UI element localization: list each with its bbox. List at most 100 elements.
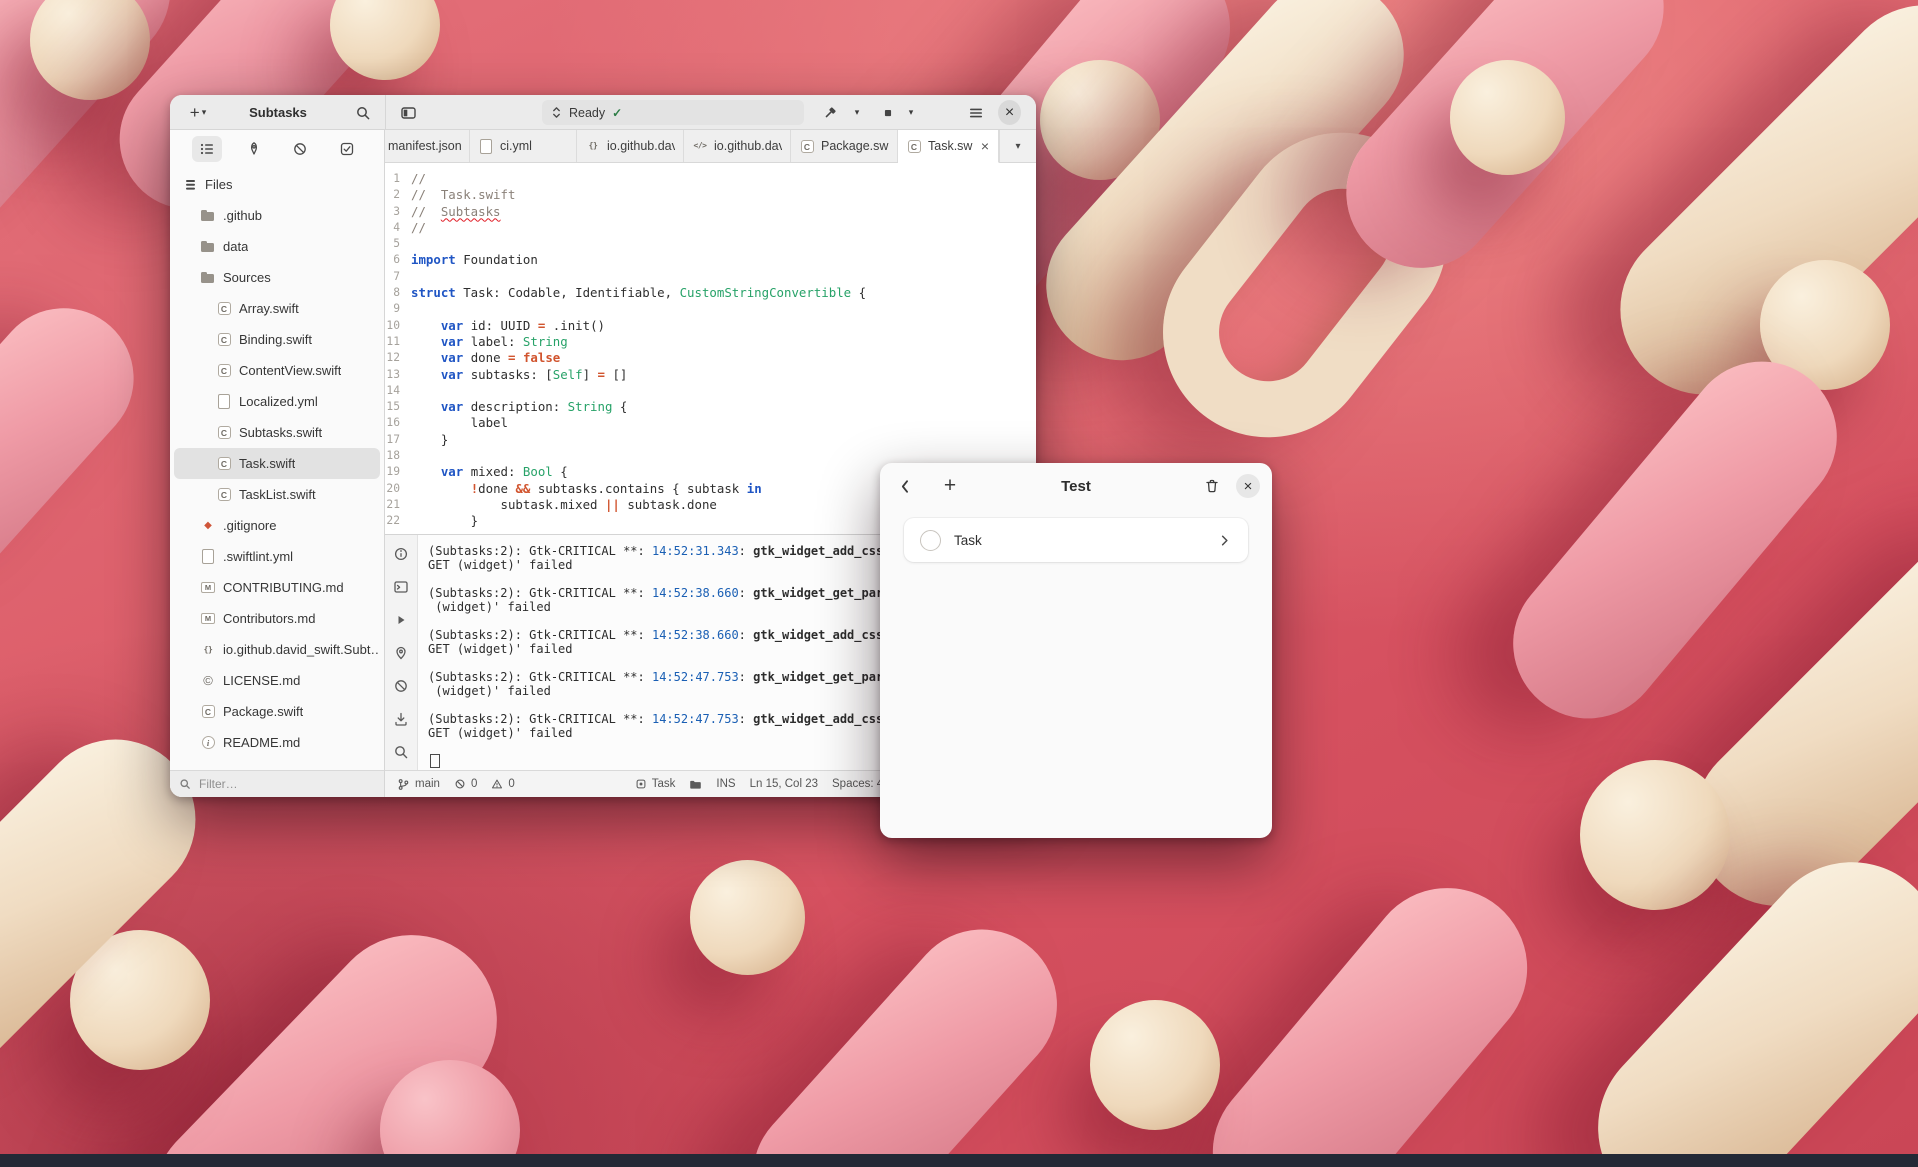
file-tree-item[interactable]: Localized.yml	[174, 386, 380, 417]
line-number: 21	[385, 497, 411, 513]
file-tree-item[interactable]: C Binding.swift	[174, 324, 380, 355]
error-count[interactable]: 0	[454, 778, 477, 790]
run-target[interactable]: Task	[635, 778, 676, 790]
file-tree: Files .github data Sources C Array.swift	[170, 167, 384, 770]
code-line: 8 struct Task: Codable, Identifiable, Cu…	[385, 285, 1036, 301]
status-info-button[interactable]	[389, 542, 413, 566]
file-tree-item[interactable]: .swiftlint.yml	[174, 541, 380, 572]
list-tree-icon	[199, 141, 215, 157]
line-number: 5	[385, 236, 411, 252]
code-text: }	[411, 513, 478, 529]
wallpaper-pill	[1580, 760, 1730, 910]
editor-tab[interactable]: manifest.json	[385, 130, 470, 162]
line-number: 4	[385, 220, 411, 236]
file-icon: C	[216, 363, 232, 379]
file-icon	[200, 270, 216, 286]
file-icon: i	[200, 735, 216, 751]
filter-bar[interactable]	[170, 770, 384, 797]
file-tree-item[interactable]: data	[174, 231, 380, 262]
back-button[interactable]	[892, 473, 918, 499]
window-close-button[interactable]: ×	[998, 100, 1021, 125]
terminal-button[interactable]	[389, 575, 413, 599]
close-icon: ×	[1005, 104, 1014, 122]
file-tree-item[interactable]: ◆ .gitignore	[174, 510, 380, 541]
cursor-position[interactable]: Ln 15, Col 23	[750, 778, 818, 790]
indentation-setting[interactable]: Spaces: 4	[832, 778, 883, 790]
run-options-caret[interactable]: ▾	[902, 100, 920, 125]
file-tree-item[interactable]: M CONTRIBUTING.md	[174, 572, 380, 603]
insert-mode-indicator[interactable]: INS	[716, 778, 735, 790]
download-icon	[393, 711, 409, 727]
delete-button[interactable]	[1198, 472, 1226, 500]
file-tree-item[interactable]: Sources	[174, 262, 380, 293]
new-open-button[interactable]: + ▾	[178, 100, 218, 125]
file-name: Sources	[223, 270, 271, 285]
file-tree-item[interactable]: {} io.github.david_swift.Subt…	[174, 634, 380, 665]
build-button[interactable]	[816, 100, 844, 125]
file-tree-item[interactable]: C ContentView.swift	[174, 355, 380, 386]
line-number: 10	[385, 318, 411, 334]
deploy-button[interactable]	[389, 707, 413, 731]
add-task-button[interactable]: +	[936, 472, 964, 500]
panel-icon-strip	[385, 535, 418, 770]
project-folder-button[interactable]	[689, 778, 702, 791]
file-icon	[216, 394, 232, 410]
file-tree-item[interactable]: i README.md	[174, 727, 380, 758]
file-tree-item[interactable]: C Package.swift	[174, 696, 380, 727]
omnibar[interactable]: Ready ✓	[542, 100, 804, 125]
todo-tab[interactable]	[332, 136, 362, 162]
tab-list-caret[interactable]: ▾	[999, 130, 1036, 162]
filter-input[interactable]	[197, 776, 375, 792]
file-icon: M	[200, 580, 216, 596]
hamburger-menu-icon	[968, 105, 984, 121]
prohibited-icon	[393, 678, 409, 694]
diagnostics-tab[interactable]	[285, 136, 315, 162]
file-tree-item[interactable]: .github	[174, 200, 380, 231]
prohibited-icon	[292, 141, 308, 157]
file-tree-item[interactable]: M Contributors.md	[174, 603, 380, 634]
code-line: 6 import Foundation	[385, 252, 1036, 268]
window-close-button[interactable]: ×	[1236, 474, 1260, 498]
search-button[interactable]	[350, 100, 376, 125]
search-panel-button[interactable]	[389, 740, 413, 764]
rocket-icon	[246, 141, 262, 157]
warning-count[interactable]: 0	[491, 778, 514, 790]
run-button[interactable]	[876, 100, 900, 125]
editor-tab[interactable]: C Package.swif	[791, 130, 898, 162]
editor-tab[interactable]: </> io.github.dav	[684, 130, 791, 162]
task-row[interactable]: Task	[904, 518, 1248, 562]
code-text: import Foundation	[411, 252, 538, 268]
file-name: CONTRIBUTING.md	[223, 580, 344, 595]
panel-toggle-button[interactable]	[394, 100, 422, 125]
build-targets-tab[interactable]	[239, 136, 269, 162]
run-output-button[interactable]	[389, 608, 413, 632]
file-tree-item[interactable]: C Task.swift	[174, 448, 380, 479]
line-number: 1	[385, 171, 411, 187]
code-text: !done && subtasks.contains { subtask in	[411, 481, 762, 497]
main-menu-button[interactable]	[962, 100, 990, 125]
file-tree-item[interactable]: Files	[174, 169, 380, 200]
caret-down-icon: ▾	[1015, 141, 1020, 152]
file-tree-item[interactable]: C Array.swift	[174, 293, 380, 324]
tab-close-icon[interactable]: ×	[980, 138, 990, 154]
file-name: io.github.david_swift.Subt…	[223, 642, 380, 657]
file-tree-item[interactable]: © LICENSE.md	[174, 665, 380, 696]
editor-tab[interactable]: C Task.sw ×	[898, 130, 999, 163]
task-checkbox[interactable]	[920, 530, 941, 551]
build-options-caret[interactable]: ▾	[848, 100, 866, 125]
file-type-icon: C	[906, 138, 922, 154]
editor-tab[interactable]: ci.yml	[470, 130, 577, 162]
diagnostics-button[interactable]	[389, 674, 413, 698]
builder-headerbar: + ▾ Subtasks Ready ✓ ▾ ▾ ×	[170, 95, 1036, 130]
line-number: 20	[385, 481, 411, 497]
project-tree-tab[interactable]	[192, 136, 222, 162]
wallpaper-pill	[1180, 855, 1560, 1167]
chevron-right-icon	[1217, 533, 1232, 548]
file-tree-item[interactable]: C TaskList.swift	[174, 479, 380, 510]
file-icon: C	[216, 487, 232, 503]
code-line: 9	[385, 301, 1036, 317]
debug-button[interactable]	[389, 641, 413, 665]
file-tree-item[interactable]: C Subtasks.swift	[174, 417, 380, 448]
editor-tab[interactable]: {} io.github.dav	[577, 130, 684, 162]
branch-indicator[interactable]: main	[397, 778, 440, 791]
